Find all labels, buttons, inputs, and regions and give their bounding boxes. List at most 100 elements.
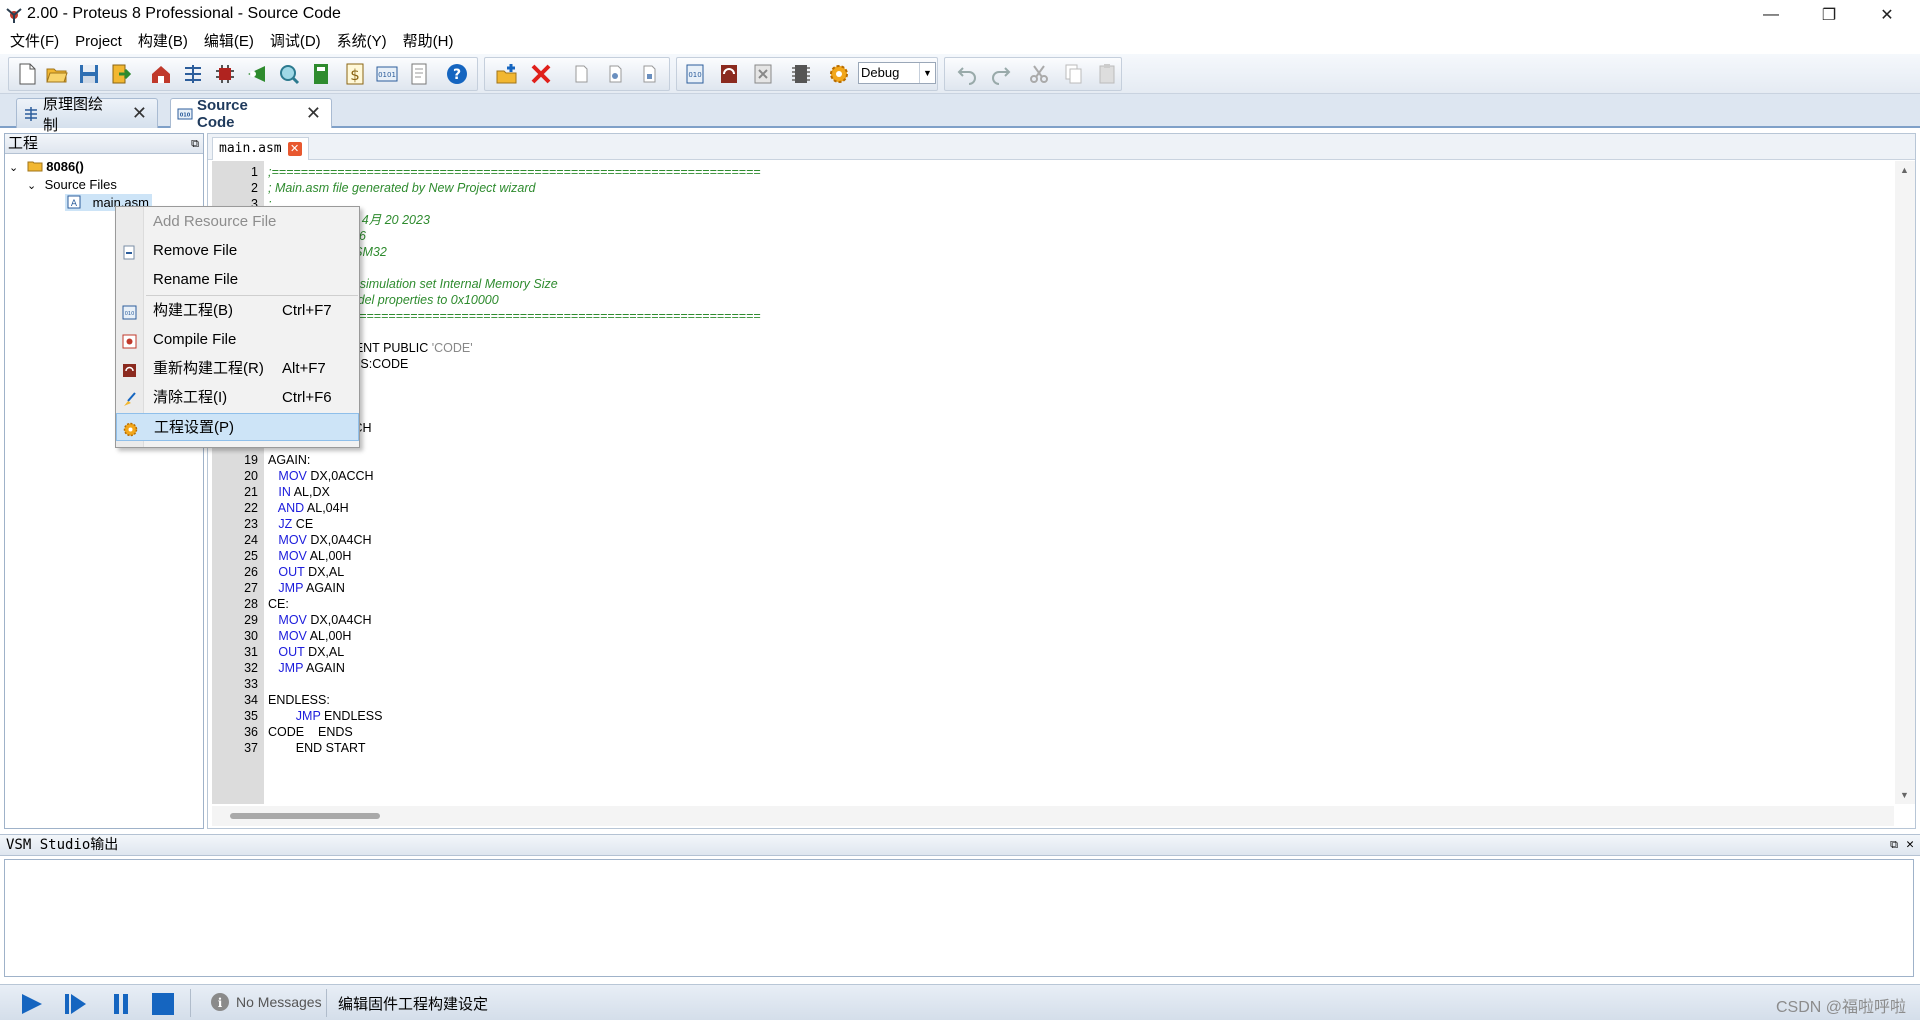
menu-edit[interactable]: 编辑(E) xyxy=(198,30,260,54)
3d-icon[interactable] xyxy=(276,61,302,87)
tab-source-label: Source Code xyxy=(197,96,248,131)
code-line: AGAIN: xyxy=(268,452,310,468)
chip-icon[interactable] xyxy=(788,61,814,87)
code-text-area[interactable]: ;=======================================… xyxy=(266,161,1888,804)
line-number: 25 xyxy=(244,549,258,563)
close-tab-icon[interactable]: ✕ xyxy=(306,103,321,124)
cut-icon[interactable] xyxy=(1026,61,1052,87)
remove-source-icon[interactable] xyxy=(528,61,554,87)
code-token: DX,0ACCH xyxy=(306,469,374,483)
pin-icon[interactable]: ⧉ xyxy=(191,135,199,154)
context-menu-label: 构建工程(B) xyxy=(153,302,233,319)
horizontal-scrollbar[interactable] xyxy=(212,806,1894,826)
close-panel-icon[interactable]: ✕ xyxy=(1906,835,1914,855)
paste-icon[interactable] xyxy=(1094,61,1120,87)
tree-root[interactable]: ⌄ 8086() xyxy=(9,158,84,175)
design-notes-icon[interactable] xyxy=(406,61,432,87)
line-number: 31 xyxy=(244,645,258,659)
bom-icon[interactable] xyxy=(308,61,334,87)
add-source-icon[interactable] xyxy=(494,61,520,87)
horizontal-scroll-thumb[interactable] xyxy=(230,813,380,819)
save-doc-icon[interactable] xyxy=(636,61,662,87)
messages-indicator[interactable]: i No Messages xyxy=(210,992,322,1012)
watermark: CSDN @福啦呼啦 xyxy=(1775,999,1906,1016)
code-token: DX,AL xyxy=(304,565,345,579)
tree-folder-source-files[interactable]: ⌄ Source Files xyxy=(27,176,117,193)
gear-icon[interactable] xyxy=(826,61,852,87)
menu-system[interactable]: 系统(Y) xyxy=(331,30,393,54)
gerber-icon[interactable] xyxy=(244,61,270,87)
build-config-select[interactable]: Debug ▼ xyxy=(858,62,936,84)
menu-build[interactable]: 构建(B) xyxy=(132,30,194,54)
scroll-down-icon[interactable]: ▼ xyxy=(1900,790,1909,800)
menu-project[interactable]: Project xyxy=(69,30,128,54)
open-doc-icon[interactable] xyxy=(602,61,628,87)
step-icon[interactable] xyxy=(62,992,88,1016)
scroll-up-icon[interactable]: ▲ xyxy=(1900,165,1909,175)
chevron-down-icon[interactable]: ⌄ xyxy=(9,160,23,177)
home-icon[interactable] xyxy=(148,61,174,87)
clean-icon[interactable] xyxy=(750,61,776,87)
context-menu-label: 重新构建工程(R) xyxy=(153,360,264,377)
pause-icon[interactable] xyxy=(108,992,134,1016)
copy-icon[interactable] xyxy=(1060,61,1086,87)
output-log[interactable] xyxy=(4,859,1914,977)
svg-text:010: 010 xyxy=(688,71,701,79)
code-line: OUT DX,AL xyxy=(268,564,344,580)
close-tab-icon[interactable]: ✕ xyxy=(132,103,147,124)
code-token: AGAIN xyxy=(303,581,345,595)
context-menu-item-item-6[interactable]: 清除工程(I) Ctrl+F6 xyxy=(116,384,359,412)
redo-icon[interactable] xyxy=(988,61,1014,87)
vertical-scrollbar[interactable]: ▲ ▼ xyxy=(1895,161,1915,804)
restore-button[interactable]: ❐ xyxy=(1800,0,1858,30)
rebuild-icon[interactable] xyxy=(716,61,742,87)
status-hint: 编辑固件工程构建设定 xyxy=(338,996,489,1013)
context-menu-item-item-5[interactable]: 重新构建工程(R) Alt+F7 xyxy=(116,355,359,383)
context-menu-label: Compile File xyxy=(153,331,237,348)
undo-icon[interactable] xyxy=(954,61,980,87)
schematic-icon[interactable] xyxy=(180,61,206,87)
new-doc-icon[interactable] xyxy=(568,61,594,87)
new-file-icon[interactable] xyxy=(14,61,40,87)
context-menu-item-rename-file[interactable]: Rename File xyxy=(116,266,359,294)
window-title: 2.00 - Proteus 8 Professional - Source C… xyxy=(27,5,341,22)
import-icon[interactable] xyxy=(108,61,134,87)
minimize-button[interactable]: — xyxy=(1742,0,1800,30)
tab-source-code[interactable]: 010 Source Code ✕ xyxy=(170,96,332,131)
code-line: CE: xyxy=(268,596,289,612)
context-menu-item-item-7[interactable]: 工程设置(P) xyxy=(116,413,359,441)
save-icon[interactable] xyxy=(76,61,102,87)
menu-help[interactable]: 帮助(H) xyxy=(397,30,460,54)
close-window-button[interactable]: ✕ xyxy=(1858,0,1916,30)
build-icon[interactable]: 010 xyxy=(682,61,708,87)
dollar-icon[interactable]: $ xyxy=(342,61,368,87)
rebuild-project-icon xyxy=(121,361,138,378)
context-menu-item-item-3[interactable]: 010 构建工程(B) Ctrl+F7 xyxy=(116,297,359,325)
help-icon[interactable]: ? xyxy=(444,61,470,87)
editor-tab-main-asm[interactable]: main.asm ✕ xyxy=(212,137,309,160)
menu-file[interactable]: 文件(F) xyxy=(4,30,65,54)
context-menu-item-remove-file[interactable]: Remove File xyxy=(116,237,359,265)
code-token: END START xyxy=(268,741,366,755)
chevron-down-icon[interactable]: ⌄ xyxy=(27,178,41,195)
pcb-icon[interactable] xyxy=(212,61,238,87)
play-icon[interactable] xyxy=(18,992,44,1016)
stop-icon[interactable] xyxy=(150,992,176,1016)
code-token: DX,0A4CH xyxy=(306,613,372,627)
float-icon[interactable]: ⧉ xyxy=(1890,835,1898,855)
open-folder-icon[interactable] xyxy=(44,61,70,87)
source-code-icon[interactable]: 0101 xyxy=(374,61,400,87)
svg-text:?: ? xyxy=(453,67,461,83)
line-number: 21 xyxy=(244,485,258,499)
close-file-icon[interactable]: ✕ xyxy=(287,142,302,156)
code-keyword: MOV xyxy=(278,533,307,547)
code-keyword: OUT xyxy=(278,565,305,579)
menu-debug[interactable]: 调试(D) xyxy=(264,30,327,54)
tab-schematic[interactable]: 原理图绘制 ✕ xyxy=(16,96,158,134)
code-comment: ;=======================================… xyxy=(268,165,761,179)
context-menu-item-compile-file[interactable]: Compile File xyxy=(116,326,359,354)
compile-file-icon xyxy=(121,332,138,349)
project-panel-title: 工程 xyxy=(8,135,39,152)
